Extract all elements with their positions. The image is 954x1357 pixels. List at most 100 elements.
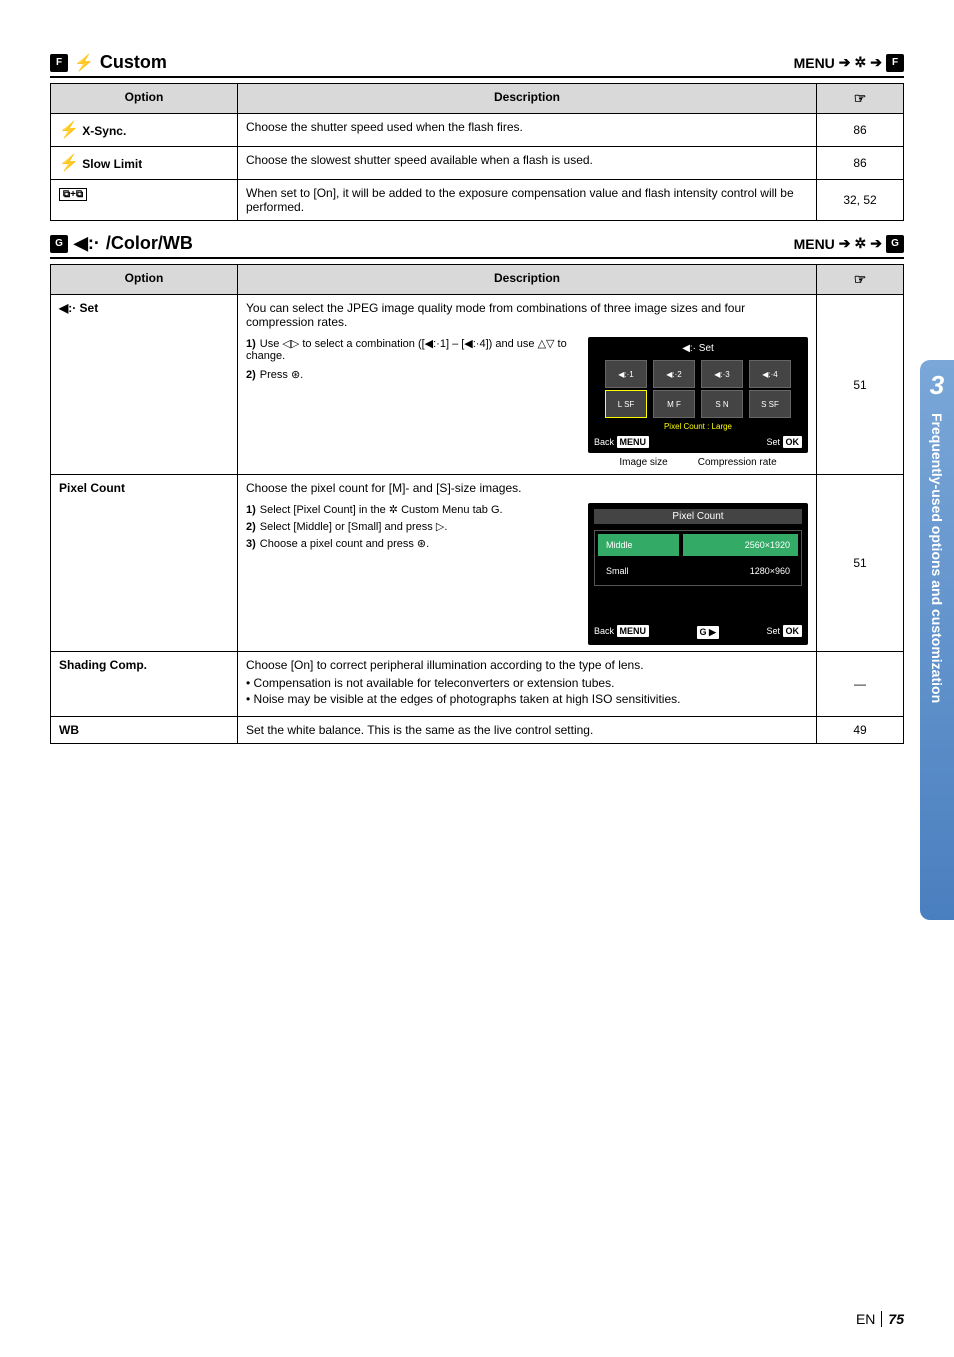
screen-set: ◀:· Set ◀:·1 ◀:·2 ◀:·3 ◀:·4 L SF M F S N… — [588, 337, 808, 453]
flash-icon: ⚡ — [74, 53, 94, 73]
table-row: Shading Comp. Choose [On] to correct per… — [51, 652, 904, 717]
opt-pixelcount: Pixel Count — [51, 475, 238, 652]
arrow-icon: ➔ — [870, 235, 882, 252]
opt-slowlimit: Slow Limit — [82, 157, 142, 171]
opt-set: ◀:· Set — [51, 295, 238, 475]
step-num: 3) — [246, 538, 256, 550]
section-g-table: Option Description ☞ ◀:· Set You can sel… — [50, 264, 904, 744]
desc-pixelcount: Choose the pixel count for [M]- and [S]-… — [246, 481, 808, 495]
col-description: Description — [238, 84, 817, 114]
desc-xsync: Choose the shutter speed used when the f… — [238, 114, 817, 147]
mid-nav-icon: G ▶ — [697, 626, 719, 639]
screen-pixelcount: Pixel Count Middle2560×1920 Small1280×96… — [588, 503, 808, 645]
step-num: 2) — [246, 521, 256, 533]
table-row: ⧉+⧉ When set to [On], it will be added t… — [51, 180, 904, 221]
step-num: 1) — [246, 504, 256, 516]
ok-button-icon: OK — [783, 436, 803, 448]
chapter-title: Frequently-used options and customizatio… — [929, 413, 945, 703]
menu-label: MENU — [794, 236, 835, 252]
set-label: Set — [766, 437, 780, 447]
desc-slowlimit: Choose the slowest shutter speed availab… — [238, 147, 817, 180]
section-f-title: Custom — [100, 52, 167, 73]
screen-cell: S N — [701, 390, 743, 418]
tab-g-icon: G — [886, 235, 904, 253]
desc-wb: Set the white balance. This is the same … — [238, 717, 817, 744]
back-label: Back — [594, 626, 614, 636]
set-icon: ◀:· — [74, 233, 100, 254]
tab-f-icon: F — [886, 54, 904, 72]
col-option: Option — [51, 265, 238, 295]
pc-small-label: Small — [597, 559, 680, 583]
ref-slowlimit: 86 — [817, 147, 904, 180]
screen-cell: S SF — [749, 390, 791, 418]
ref-shading: — — [817, 652, 904, 717]
section-f-table: Option Description ☞ ⚡ X-Sync. Choose th… — [50, 83, 904, 221]
ref-wb: 49 — [817, 717, 904, 744]
ref-expocomp: 32, 52 — [817, 180, 904, 221]
desc-set: You can select the JPEG image quality mo… — [246, 301, 808, 329]
arrow-icon: ➔ — [839, 54, 851, 71]
desc-shading: Choose [On] to correct peripheral illumi… — [246, 658, 808, 672]
side-tab: 3 Frequently-used options and customizat… — [920, 360, 954, 920]
step-num: 2) — [246, 369, 256, 381]
opt-shading: Shading Comp. — [51, 652, 238, 717]
step-text: Press ⊛. — [260, 369, 303, 381]
screen-title: Pixel Count — [594, 509, 802, 524]
col-reference: ☞ — [817, 265, 904, 295]
table-row: WB Set the white balance. This is the sa… — [51, 717, 904, 744]
screen-cell: ◀:·3 — [701, 360, 743, 388]
caption-image-size: Image size — [619, 457, 667, 468]
pc-middle-value: 2560×1920 — [682, 533, 799, 557]
page-footer: EN 75 — [856, 1311, 904, 1327]
tab-f-icon: F — [50, 54, 68, 72]
ok-button-icon: OK — [783, 625, 803, 637]
desc-expocomp: When set to [On], it will be added to th… — [238, 180, 817, 221]
flash-icon: ⚡ — [59, 122, 79, 139]
arrow-icon: ➔ — [839, 235, 851, 252]
ref-set: 51 — [817, 295, 904, 475]
footer-page: 75 — [881, 1311, 904, 1327]
flash-icon: ⚡ — [59, 155, 79, 172]
screen-cell: ◀:·1 — [605, 360, 647, 388]
section-g-header: G ◀:· /Color/WB MENU ➔ ✲ ➔ G — [50, 233, 904, 259]
table-row: ⚡ Slow Limit Choose the slowest shutter … — [51, 147, 904, 180]
table-row: ⚡ X-Sync. Choose the shutter speed used … — [51, 114, 904, 147]
step-text: Choose a pixel count and press ⊛. — [260, 538, 429, 550]
opt-wb: WB — [51, 717, 238, 744]
col-option: Option — [51, 84, 238, 114]
col-description: Description — [238, 265, 817, 295]
screen-cell: ◀:·2 — [653, 360, 695, 388]
back-button-icon: MENU — [617, 436, 650, 448]
section-g-title: /Color/WB — [106, 233, 193, 254]
pixel-count-line: Pixel Count : Large — [594, 422, 802, 431]
col-reference: ☞ — [817, 84, 904, 114]
table-row: ◀:· Set You can select the JPEG image qu… — [51, 295, 904, 475]
screen-title: ◀:· Set — [594, 343, 802, 354]
back-button-icon: MENU — [617, 625, 650, 637]
screen-cell: L SF — [605, 390, 647, 418]
section-f-header: F ⚡ Custom MENU ➔ ✲ ➔ F — [50, 52, 904, 78]
step-num: 1) — [246, 338, 256, 350]
bullet-item: • Noise may be visible at the edges of p… — [246, 692, 808, 706]
back-label: Back — [594, 437, 614, 447]
footer-lang: EN — [856, 1311, 875, 1327]
ref-xsync: 86 — [817, 114, 904, 147]
ref-pixelcount: 51 — [817, 475, 904, 652]
wrench-icon: ✲ — [855, 54, 867, 71]
screen-cell: M F — [653, 390, 695, 418]
screen-cell: ◀:·4 — [749, 360, 791, 388]
wrench-icon: ✲ — [855, 235, 867, 252]
pc-small-value: 1280×960 — [682, 559, 799, 583]
opt-expocomp-icon: ⧉+⧉ — [59, 188, 87, 201]
chapter-number: 3 — [930, 370, 944, 401]
table-row: Pixel Count Choose the pixel count for [… — [51, 475, 904, 652]
tab-g-icon: G — [50, 235, 68, 253]
opt-xsync: X-Sync. — [82, 124, 126, 138]
set-label: Set — [766, 626, 780, 636]
pc-middle-label: Middle — [597, 533, 680, 557]
step-text: Select [Pixel Count] in the ✲ Custom Men… — [260, 504, 503, 516]
menu-label: MENU — [794, 55, 835, 71]
step-text: Use ◁▷ to select a combination ([◀:·1] –… — [246, 338, 567, 362]
step-text: Select [Middle] or [Small] and press ▷. — [260, 521, 448, 533]
arrow-icon: ➔ — [870, 54, 882, 71]
